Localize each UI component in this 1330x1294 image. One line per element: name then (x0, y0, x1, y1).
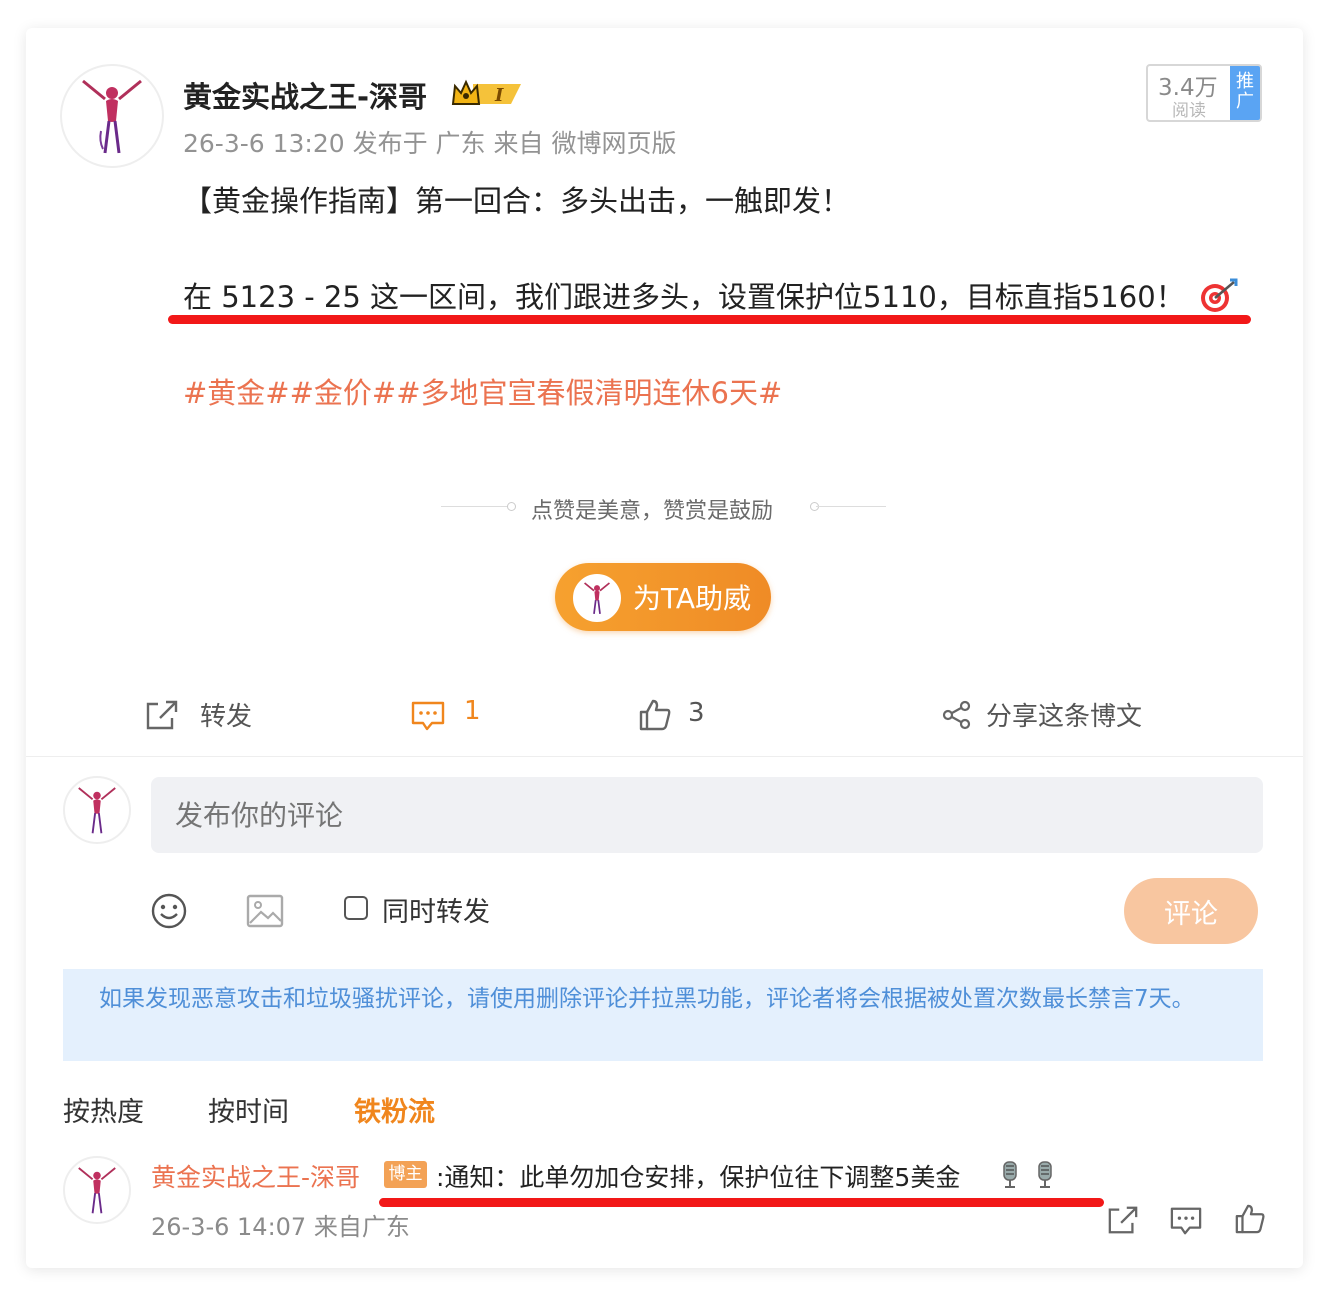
section-separator (26, 756, 1303, 757)
highlight-underline (168, 315, 1251, 324)
sort-tab-hot[interactable]: 按热度 (63, 1090, 144, 1129)
promote-label: 推广 (1236, 71, 1254, 112)
thumbs-up-icon (639, 699, 671, 731)
support-button-label: 为TA助威 (633, 582, 752, 615)
comment-count: 1 (464, 696, 481, 726)
comment-text: :通知：此单勿加仓安排，保护位往下调整5美金 (436, 1163, 961, 1192)
avatar-figure-icon (78, 787, 116, 834)
post-title-line: 【黄金操作指南】第一回合：多头出击，一触即发！ (183, 184, 851, 218)
comment-reply-icon[interactable] (1169, 1205, 1203, 1237)
support-avatar (573, 574, 621, 622)
comment-repost-icon[interactable] (1106, 1204, 1140, 1236)
comment-like-icon[interactable] (1234, 1203, 1266, 1235)
comment-action[interactable]: 1 (410, 696, 530, 736)
notice-text: 如果发现恶意攻击和垃圾骚扰评论，请使用删除评论并拉黑功能，评论者将会根据被处置次… (99, 986, 1195, 1012)
moderation-notice: 如果发现恶意攻击和垃圾骚扰评论，请使用删除评论并拉黑功能，评论者将会根据被处置次… (63, 969, 1263, 1061)
vip-crown-icon[interactable]: I (451, 78, 527, 108)
repost-checkbox[interactable] (344, 896, 368, 920)
share-label: 分享这条博文 (986, 702, 1143, 732)
emoji-icon[interactable] (150, 892, 188, 930)
reward-divider-text: 点赞是美意，赞赏是鼓励 (531, 499, 774, 524)
avatar-figure-icon (78, 1167, 116, 1214)
promote-button[interactable]: 推广 (1230, 66, 1260, 120)
repost-checkbox-label: 同时转发 (382, 897, 490, 928)
microphone-icon (1003, 1161, 1017, 1188)
comment-icon (411, 701, 445, 731)
author-badge: 博主 (384, 1161, 427, 1188)
repost-icon (146, 700, 178, 730)
support-button[interactable]: 为TA助威 (555, 563, 771, 631)
like-action[interactable]: 3 (638, 696, 758, 736)
share-action[interactable]: 分享这条博文 (942, 696, 1162, 736)
like-count: 3 (688, 698, 705, 728)
repost-label: 转发 (200, 702, 253, 732)
divider-dot-left (507, 502, 516, 511)
divider-left (441, 506, 516, 507)
microphone-icon (1038, 1161, 1052, 1188)
read-label: 阅读 (1172, 101, 1206, 121)
post-body-line: 在 5123 - 25 这一区间，我们跟进多头，设置保护位5110，目标直指51… (183, 280, 1185, 314)
avatar-figure-icon (82, 79, 142, 154)
target-emoji-icon (1201, 278, 1238, 312)
submit-comment-button[interactable]: 评论 (1124, 878, 1258, 944)
topic-tags[interactable]: #黄金##金价##多地官宣春假清明连休6天# (183, 370, 782, 412)
post-meta: 26-3-6 13:20 发布于 广东 来自 微博网页版 (183, 129, 677, 158)
comment-meta: 26-3-6 14:07 来自广东 (151, 1213, 410, 1241)
weibo-post-card: 黄金实战之王-深哥 I 26-3-6 13:20 发布于 广东 来自 微博网页版… (26, 28, 1303, 1268)
read-count-box: 3.4万 阅读 推广 (1146, 64, 1262, 122)
my-avatar (63, 776, 131, 844)
highlight-underline (379, 1198, 1104, 1207)
repost-action[interactable]: 转发 (144, 696, 274, 736)
comment-input[interactable] (151, 777, 1263, 853)
comment-avatar[interactable] (63, 1156, 131, 1224)
share-icon (942, 700, 971, 730)
comment-author[interactable]: 黄金实战之王-深哥 (151, 1158, 360, 1194)
submit-label: 评论 (1164, 898, 1218, 930)
svg-text:I: I (494, 85, 504, 106)
author-name[interactable]: 黄金实战之王-深哥 (183, 74, 427, 116)
sort-tab-time[interactable]: 按时间 (208, 1090, 289, 1129)
divider-right (816, 506, 886, 507)
image-icon[interactable] (246, 893, 284, 929)
avatar-figure-icon (584, 582, 610, 614)
author-avatar[interactable] (60, 64, 164, 168)
sort-tab-fans[interactable]: 铁粉流 (354, 1090, 435, 1129)
